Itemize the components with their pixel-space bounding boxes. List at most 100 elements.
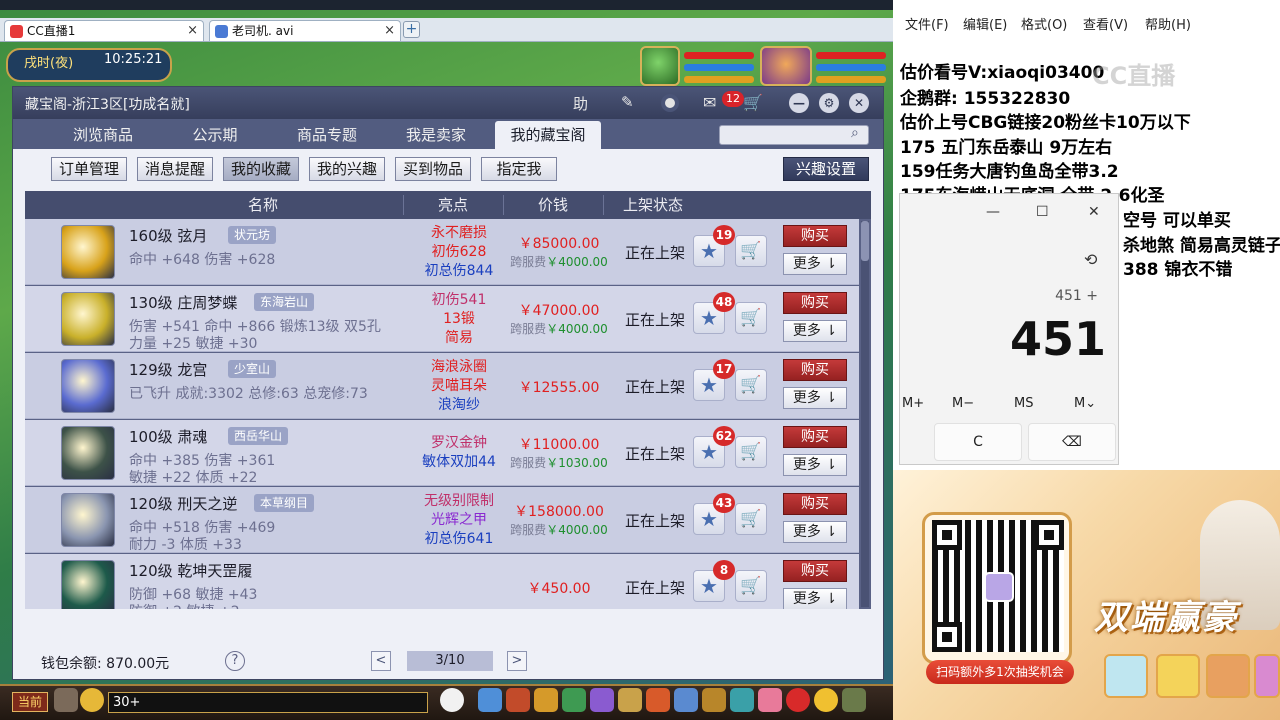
guild-icon[interactable] xyxy=(702,688,726,712)
prize-item[interactable] xyxy=(1156,654,1200,698)
more-button[interactable]: 更多 ⇂ xyxy=(783,387,847,409)
more-button[interactable]: 更多 ⇂ xyxy=(783,454,847,476)
buy-button[interactable]: 购买 xyxy=(783,493,847,515)
history-icon[interactable]: ⟲ xyxy=(1084,250,1097,269)
sword-icon[interactable] xyxy=(478,688,502,712)
close-icon[interactable]: ✕ xyxy=(849,93,869,113)
item-name[interactable]: 120级 刑天之逆 xyxy=(129,493,237,514)
menu-help[interactable]: 帮助(H) xyxy=(1145,14,1191,33)
buy-button[interactable]: 购买 xyxy=(783,225,847,247)
tab-browse[interactable]: 浏览商品 xyxy=(55,121,151,149)
add-to-cart-icon[interactable]: 🛒 xyxy=(735,302,767,334)
smiley-icon[interactable] xyxy=(814,688,838,712)
add-to-cart-icon[interactable]: 🛒 xyxy=(735,235,767,267)
window-title-bar[interactable]: 藏宝阁-浙江3区[功成名就] 助 ✎ ✉ 12 🛒 — ⚙ ✕ xyxy=(13,87,883,119)
search-icon[interactable]: ⌕ xyxy=(851,125,859,141)
item-icon[interactable] xyxy=(61,225,115,279)
order-management-button[interactable]: 订单管理 xyxy=(51,157,127,181)
browser-tab-cc[interactable]: CC直播1 × xyxy=(4,20,204,41)
chat-channel-button[interactable]: 当前 xyxy=(12,692,48,712)
menu-edit[interactable]: 编辑(E) xyxy=(963,14,1007,33)
calc-minimize-icon[interactable]: — xyxy=(986,204,1000,220)
shop-icon[interactable] xyxy=(646,688,670,712)
pet-portrait[interactable] xyxy=(640,46,680,86)
item-icon[interactable] xyxy=(61,493,115,547)
prize-item[interactable] xyxy=(1104,654,1148,698)
add-tab-button[interactable]: + xyxy=(403,21,420,38)
table-row[interactable]: 100级 肃魂 西岳华山 命中 +385 伤害 +361 敏捷 +22 体质 +22 罗… xyxy=(25,420,859,486)
menu-format[interactable]: 格式(O) xyxy=(1021,14,1067,33)
add-to-cart-icon[interactable]: 🛒 xyxy=(735,503,767,535)
buy-button[interactable]: 购买 xyxy=(783,359,847,381)
interest-settings-button[interactable]: 兴趣设置 xyxy=(783,157,869,181)
item-icon[interactable] xyxy=(61,426,115,480)
player-portrait[interactable] xyxy=(760,46,812,86)
help-icon[interactable]: ? xyxy=(225,651,245,671)
item-icon[interactable] xyxy=(61,560,115,609)
item-name[interactable]: 130级 庄周梦蝶 xyxy=(129,292,237,313)
quest-icon[interactable] xyxy=(618,688,642,712)
calc-close-icon[interactable]: ✕ xyxy=(1088,204,1100,220)
map-icon[interactable] xyxy=(730,688,754,712)
item-icon[interactable] xyxy=(61,292,115,346)
prize-item[interactable] xyxy=(1206,654,1250,698)
item-name[interactable]: 129级 龙宫 xyxy=(129,359,207,380)
memory-store-button[interactable]: MS xyxy=(1014,396,1033,411)
next-page-button[interactable]: > xyxy=(507,651,527,671)
tab-seller[interactable]: 我是卖家 xyxy=(391,121,481,149)
assigned-to-me-button[interactable]: 指定我 xyxy=(481,157,557,181)
tab-my-treasure[interactable]: 我的藏宝阁 xyxy=(495,121,601,149)
table-row[interactable]: 130级 庄周梦蝶 东海岩山 伤害 +541 命中 +866 锻炼13级 双5孔 力量… xyxy=(25,286,859,352)
minimize-icon[interactable]: — xyxy=(789,93,809,113)
browser-tab-video[interactable]: 老司机. avi × xyxy=(209,20,401,41)
table-row[interactable]: 120级 刑天之逆 本草纲目 命中 +518 伤害 +469 耐力 -3 体质 +33… xyxy=(25,487,859,553)
memory-add-button[interactable]: M+ xyxy=(902,396,924,411)
team-icon[interactable] xyxy=(562,688,586,712)
my-interests-button[interactable]: 我的兴趣 xyxy=(309,157,385,181)
scrollbar[interactable] xyxy=(861,221,869,607)
purchased-items-button[interactable]: 买到物品 xyxy=(395,157,471,181)
more-button[interactable]: 更多 ⇂ xyxy=(783,521,847,543)
tab-topics[interactable]: 商品专题 xyxy=(279,121,375,149)
prev-page-button[interactable]: < xyxy=(371,651,391,671)
stop-icon[interactable] xyxy=(661,94,679,112)
memory-subtract-button[interactable]: M− xyxy=(952,396,974,411)
item-icon[interactable] xyxy=(61,359,115,413)
buy-button[interactable]: 购买 xyxy=(783,292,847,314)
sheep-icon[interactable] xyxy=(440,688,464,712)
menu-view[interactable]: 查看(V) xyxy=(1083,14,1128,33)
table-row[interactable]: 120级 乾坤天罡履防御 +68 敏捷 +43防御 +2 敏捷 +2￥450.0… xyxy=(25,554,859,609)
settings-icon[interactable] xyxy=(842,688,866,712)
add-to-cart-icon[interactable]: 🛒 xyxy=(735,369,767,401)
friends-icon[interactable] xyxy=(674,688,698,712)
add-to-cart-icon[interactable]: 🛒 xyxy=(735,570,767,602)
table-row[interactable]: 160级 弦月 状元坊 命中 +648 伤害 +628 永不磨损 初伤628 初总伤844… xyxy=(25,219,859,285)
search-input[interactable] xyxy=(719,125,869,145)
more-button[interactable]: 更多 ⇂ xyxy=(783,588,847,609)
item-name[interactable]: 100级 肃魂 xyxy=(129,426,207,447)
add-to-cart-icon[interactable]: 🛒 xyxy=(735,436,767,468)
peach-icon[interactable] xyxy=(758,688,782,712)
chest-icon[interactable] xyxy=(506,688,530,712)
emoji-icon[interactable] xyxy=(80,688,104,712)
backspace-button[interactable]: ⌫ xyxy=(1028,423,1116,461)
message-reminder-button[interactable]: 消息提醒 xyxy=(137,157,213,181)
table-row[interactable]: 129级 龙宫 少室山 已飞升 成就:3302 总修:63 总宠修:73 海浪泳圈 灵喵… xyxy=(25,353,859,419)
memory-list-button[interactable]: M⌄ xyxy=(1074,396,1096,411)
scrollbar-thumb[interactable] xyxy=(861,221,869,261)
menu-file[interactable]: 文件(F) xyxy=(905,14,949,33)
item-name[interactable]: 160级 弦月 xyxy=(129,225,207,246)
my-favorites-button[interactable]: 我的收藏 xyxy=(223,157,299,181)
help-icon[interactable]: 助 xyxy=(573,93,588,114)
more-button[interactable]: 更多 ⇂ xyxy=(783,253,847,275)
pin-icon[interactable]: ✎ xyxy=(621,93,634,111)
cart-icon[interactable]: 🛒 xyxy=(743,93,763,112)
bag-icon[interactable] xyxy=(534,688,558,712)
close-tab-icon[interactable]: × xyxy=(187,21,198,41)
skill-icon[interactable] xyxy=(590,688,614,712)
prize-item[interactable] xyxy=(1254,654,1280,698)
gear-icon[interactable]: ⚙ xyxy=(819,93,839,113)
buy-button[interactable]: 购买 xyxy=(783,426,847,448)
close-tab-icon[interactable]: × xyxy=(384,21,395,41)
more-button[interactable]: 更多 ⇂ xyxy=(783,320,847,342)
